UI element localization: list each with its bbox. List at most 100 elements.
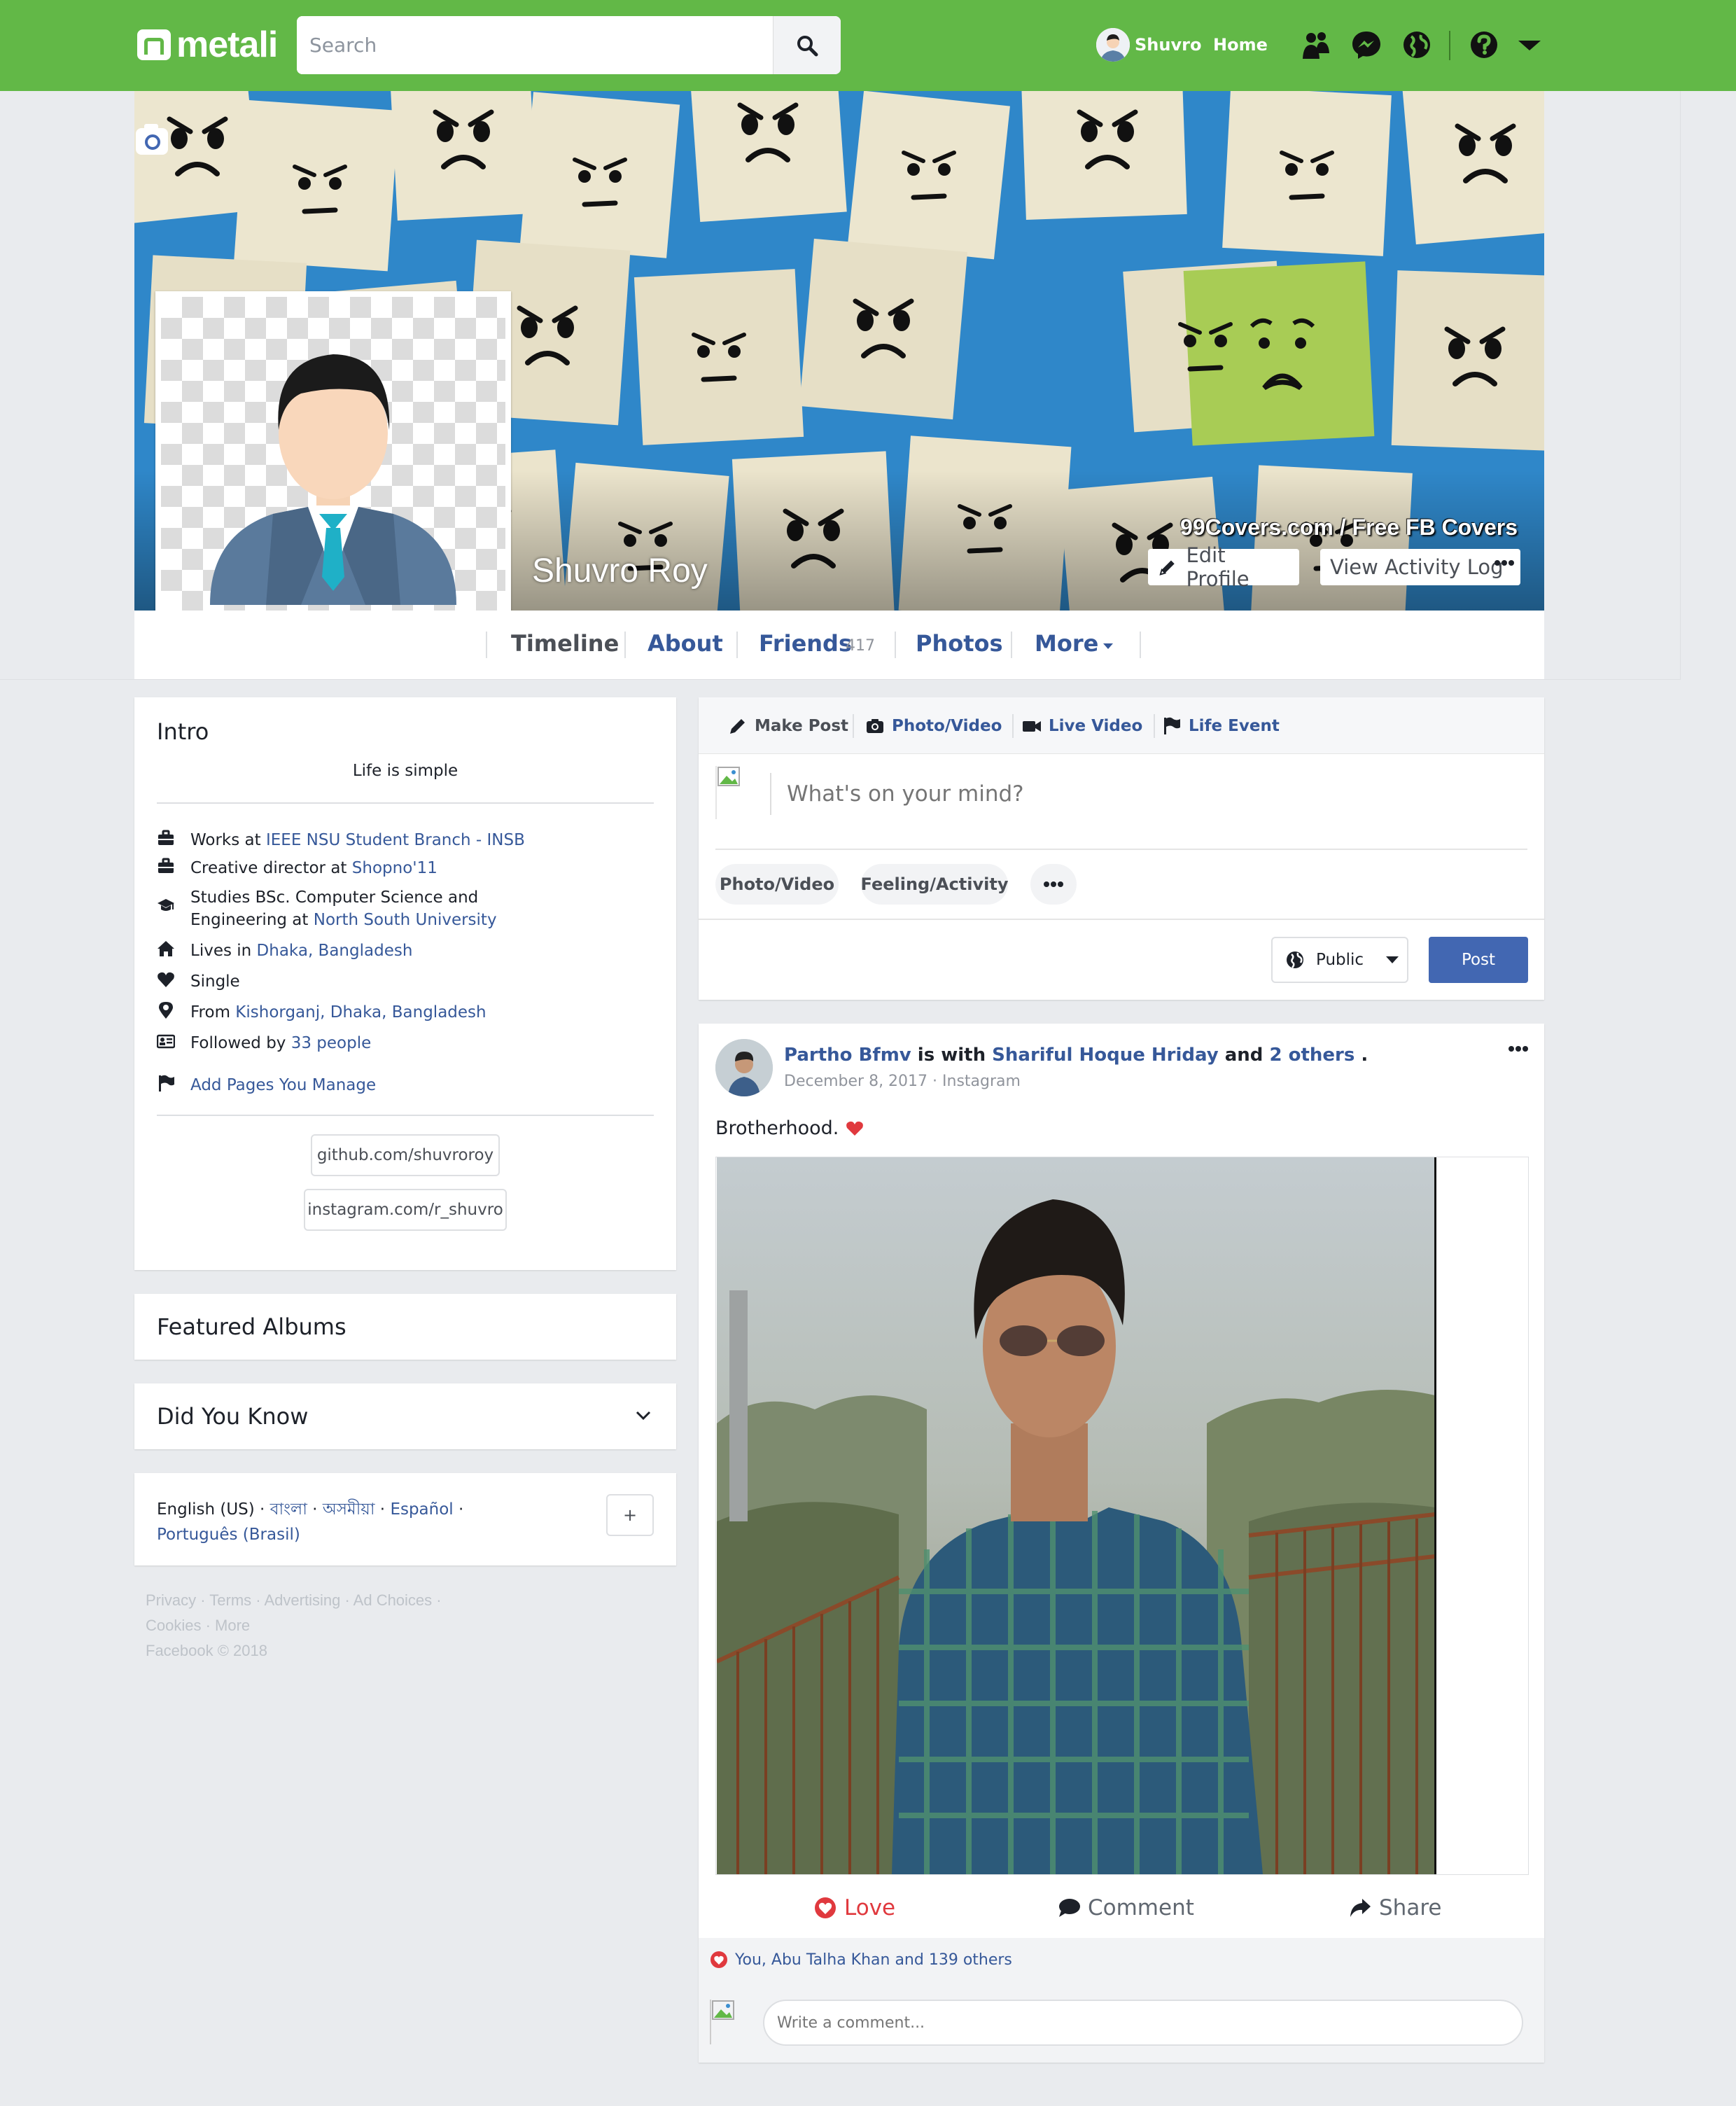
post-and-text: and	[1218, 1045, 1270, 1066]
intro-row-text: Single	[190, 972, 240, 991]
photo-video-tab[interactable]: Photo/Video	[865, 714, 1002, 738]
composer-tab-divider	[1012, 714, 1014, 738]
intro-row-link[interactable]: 33 people	[291, 1034, 372, 1052]
comment-label: Comment	[1088, 1895, 1194, 1920]
tab-divider	[736, 632, 738, 658]
language-separator: ·	[374, 1500, 391, 1519]
feeling-activity-chip[interactable]: Feeling/Activity	[861, 864, 1008, 905]
post-author-link[interactable]: Partho Bfmv	[784, 1045, 911, 1066]
love-react-icon	[815, 1897, 836, 1918]
share-label: Share	[1379, 1895, 1442, 1920]
nav-user-name[interactable]: Shuvro	[1135, 35, 1201, 55]
language-link[interactable]: Português (Brasil)	[157, 1526, 300, 1544]
reactions-summary[interactable]: You, Abu Talha Khan and 139 others	[710, 1951, 1012, 1969]
composer-input[interactable]	[770, 773, 1470, 815]
footer-links[interactable]: Cookies · More	[146, 1613, 442, 1638]
current-language: English (US) ·	[157, 1500, 270, 1519]
nav-home-link[interactable]: Home	[1213, 35, 1268, 55]
comment-button[interactable]: Comment	[1057, 1890, 1194, 1925]
share-icon	[1350, 1899, 1371, 1917]
languages-card: English (US) · বাংলা · অসমীয়া · Español…	[134, 1473, 676, 1565]
tab-friends[interactable]: Friends	[759, 630, 852, 657]
profile-name: Shuvro Roy	[532, 552, 708, 590]
intro-bio: Life is simple	[352, 762, 458, 780]
github-link[interactable]: github.com/shuvroroy	[311, 1134, 500, 1176]
profile-picture	[161, 297, 505, 641]
globe-notifications-icon[interactable]	[1401, 29, 1432, 60]
post-others-link[interactable]: 2 others	[1269, 1045, 1354, 1066]
help-icon[interactable]	[1469, 29, 1499, 60]
chevron-down-icon[interactable]	[634, 1409, 652, 1423]
did-you-know-card[interactable]: Did You Know	[134, 1383, 676, 1449]
intro-divider	[157, 1115, 654, 1116]
page-footer: Privacy · Terms · Advertising · Ad Choic…	[146, 1588, 442, 1664]
live-video-tab[interactable]: Live Video	[1022, 714, 1142, 738]
post-tagged-link[interactable]: Shariful Hoque Hriday	[992, 1045, 1219, 1066]
post-options-icon[interactable]	[1508, 1043, 1529, 1053]
intro-work-row: Works at IEEE NSU Student Branch - INSB	[157, 829, 525, 851]
user-avatar[interactable]	[1096, 28, 1130, 62]
account-menu-caret-icon[interactable]	[1514, 29, 1545, 60]
tab-divider	[624, 632, 626, 658]
view-activity-log-button[interactable]: View Activity Log	[1320, 549, 1520, 585]
language-link[interactable]: Español	[390, 1500, 453, 1519]
intro-divider	[157, 802, 654, 804]
composer-tab-divider	[1154, 714, 1155, 738]
heart-icon	[157, 970, 178, 991]
search-button[interactable]	[773, 16, 841, 74]
photo-video-chip[interactable]: Photo/Video	[715, 864, 839, 905]
intro-row-link[interactable]: Shopno'11	[352, 859, 438, 877]
post-with-text: is with	[911, 1045, 993, 1066]
metali-logo[interactable]: metali	[137, 25, 278, 65]
intro-row-text-line2: Engineering at	[190, 911, 314, 929]
caret-down-icon	[1386, 956, 1399, 963]
tab-timeline[interactable]: Timeline	[511, 630, 619, 657]
instagram-link[interactable]: instagram.com/r_shuvro	[304, 1189, 507, 1231]
love-button[interactable]: Love	[813, 1890, 895, 1925]
intro-title: Intro	[157, 718, 209, 745]
messenger-icon[interactable]	[1351, 29, 1382, 60]
add-pages-row[interactable]: Add Pages You Manage	[157, 1074, 376, 1096]
flag-icon	[157, 1074, 178, 1095]
make-post-tab[interactable]: Make Post	[728, 714, 848, 738]
tab-about[interactable]: About	[648, 630, 723, 657]
intro-row-link[interactable]: Kishorganj, Dhaka, Bangladesh	[235, 1003, 486, 1021]
post-author-avatar[interactable]	[715, 1039, 773, 1096]
profile-picture-frame[interactable]	[155, 291, 511, 647]
tab-photos[interactable]: Photos	[916, 630, 1003, 657]
tab-divider	[486, 632, 487, 658]
language-separator: ·	[307, 1500, 323, 1519]
post-photo	[717, 1157, 1435, 1874]
post-date[interactable]: December 8, 2017 · Instagram	[784, 1073, 1021, 1090]
top-navigation-bar: metali Shuvro Home	[0, 0, 1736, 91]
tab-more[interactable]: More	[1035, 630, 1098, 657]
edit-profile-label: Edit Profile	[1186, 543, 1250, 591]
language-link[interactable]: অসমীয়া	[323, 1500, 375, 1519]
life-event-tab[interactable]: Life Event	[1162, 714, 1280, 738]
update-cover-camera-icon[interactable]	[136, 124, 168, 155]
edit-profile-button[interactable]: Edit Profile	[1148, 543, 1299, 591]
search-icon	[797, 35, 818, 56]
audience-selector[interactable]: Public	[1271, 937, 1408, 983]
intro-row-link[interactable]: IEEE NSU Student Branch - INSB	[266, 831, 525, 849]
logo-mark-icon	[137, 29, 171, 60]
friend-requests-icon[interactable]	[1301, 29, 1331, 60]
language-link[interactable]: বাংলা	[270, 1500, 307, 1519]
post-photo-container[interactable]	[715, 1157, 1529, 1875]
intro-row-link[interactable]: Dhaka, Bangladesh	[257, 942, 413, 960]
composer-more-options[interactable]	[1030, 864, 1077, 905]
comment-input[interactable]	[763, 2000, 1523, 2046]
share-button[interactable]: Share	[1348, 1890, 1441, 1925]
footer-links[interactable]: Privacy · Terms · Advertising · Ad Choic…	[146, 1588, 442, 1613]
add-pages-link[interactable]: Add Pages You Manage	[190, 1074, 376, 1096]
live-video-label: Live Video	[1049, 717, 1143, 735]
add-language-button[interactable]: +	[606, 1494, 654, 1536]
intro-row-link[interactable]: North South University	[314, 911, 497, 929]
featured-albums-card: Featured Albums	[134, 1294, 676, 1360]
logo-text: metali	[176, 25, 278, 65]
post-button[interactable]: Post	[1429, 937, 1528, 983]
flag-icon	[1164, 717, 1180, 734]
search-input[interactable]	[297, 16, 773, 74]
cover-more-options-icon[interactable]	[1494, 556, 1515, 570]
language-list: English (US) · বাংলা · অসমীয়া · Español…	[157, 1497, 591, 1547]
